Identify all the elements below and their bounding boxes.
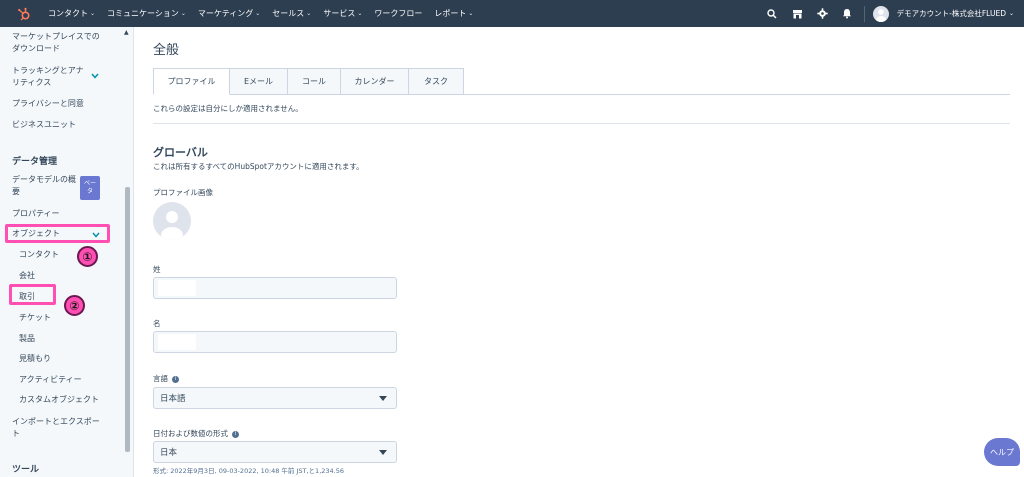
sidebar-subitem-tickets[interactable]: チケット [19, 312, 51, 323]
step-badge-1: ① [77, 246, 98, 267]
account-name: デモアカウント-株式会社FLUED [896, 9, 1006, 18]
sidebar-heading-data-management: データ管理 [12, 157, 58, 167]
sidebar-subitem-products[interactable]: 製品 [19, 333, 35, 344]
hubspot-logo-icon[interactable] [10, 0, 38, 27]
settings-gear-icon[interactable] [810, 0, 835, 27]
sidebar-item-business-units[interactable]: ビジネスユニット [12, 119, 76, 131]
page-title: 全般 [153, 43, 180, 58]
redacted-value [158, 334, 196, 350]
last-name-label: 姓 [153, 265, 161, 274]
tab-calling[interactable]: コール [288, 68, 341, 95]
sidebar-item-import-export[interactable]: インポートとエクスポー ト [12, 416, 100, 440]
sidebar-subitem-contacts[interactable]: コンタクト [19, 249, 59, 260]
nav-contacts[interactable]: コンタクト ⌄ [42, 8, 101, 19]
tab-email[interactable]: Eメール [230, 68, 288, 95]
settings-tabs: プロファイル Eメール コール カレンダー タスク [153, 68, 464, 95]
sidebar-item-marketplace-downloads[interactable]: マーケットプレイスでの ダウンロード [12, 31, 100, 55]
first-name-label: 名 [153, 319, 161, 328]
sidebar-item-properties[interactable]: プロパティー [12, 208, 60, 220]
language-select[interactable]: 日本語 [153, 387, 397, 409]
dropdown-arrow-icon [379, 450, 387, 455]
nav-marketing[interactable]: マーケティング ⌄ [192, 8, 266, 19]
nav-reports[interactable]: レポート ⌄ [428, 8, 479, 19]
date-number-format-select[interactable]: 日本 [153, 441, 397, 463]
avatar [872, 5, 889, 22]
tab-profile[interactable]: プロファイル [153, 68, 230, 95]
chevron-down-icon[interactable] [91, 72, 99, 81]
nav-sales[interactable]: セールス ⌄ [266, 8, 317, 19]
chevron-down-icon: ⌄ [90, 10, 96, 17]
profile-image-label: プロファイル画像 [153, 188, 213, 197]
chevron-down-icon: ⌄ [1008, 10, 1014, 17]
chevron-down-icon: ⌄ [468, 10, 474, 17]
format-example-note: 形式: 2022年9月3日, 09-03-2022, 10:48 午前 JST,… [153, 467, 344, 475]
marketplace-icon[interactable] [785, 0, 810, 27]
redacted-value [158, 280, 196, 296]
section-description: これは所有するすべてのHubSpotアカウントに適用されます。 [153, 162, 364, 171]
sidebar-item-tracking-analytics[interactable]: トラッキングとアナ リティクス [12, 65, 84, 89]
nav-conversations[interactable]: コミュニケーション ⌄ [101, 8, 192, 19]
date-number-format-label: 日付および数値の形式 i [153, 428, 239, 439]
dropdown-arrow-icon [379, 396, 387, 401]
account-menu[interactable]: デモアカウント-株式会社FLUED ⌄ [872, 5, 1024, 22]
sidebar-subitem-activities[interactable]: アクティビティー [19, 374, 82, 385]
sidebar-item-data-model-overview[interactable]: データモデルの概 要 [12, 174, 76, 198]
notification-bell-icon[interactable] [835, 0, 860, 27]
chevron-down-icon: ⌄ [255, 10, 261, 17]
step-badge-2: ② [64, 295, 85, 316]
scroll-up-arrow-icon[interactable]: ▲ [124, 29, 129, 36]
info-icon[interactable]: i [172, 375, 179, 383]
section-title-global: グローバル [153, 146, 208, 159]
tabs-underline [464, 94, 1010, 95]
beta-badge: ベー タ [80, 176, 100, 200]
help-button[interactable]: ヘルプ [984, 438, 1020, 466]
main-menu: コンタクト ⌄ コミュニケーション ⌄ マーケティング ⌄ セールス ⌄ サービス ⌄ ワ… [42, 8, 479, 19]
info-icon[interactable]: i [232, 430, 239, 438]
highlight-box-deals [9, 284, 56, 305]
chevron-down-icon: ⌄ [357, 10, 363, 17]
sidebar-subitem-companies[interactable]: 会社 [19, 270, 35, 281]
scrollbar-thumb[interactable] [125, 187, 130, 452]
settings-scope-note: これらの設定は自分にしか適用されません。 [153, 104, 303, 113]
first-name-input[interactable] [153, 331, 397, 353]
language-label: 言語 i [153, 373, 179, 384]
sidebar-subitem-custom-objects[interactable]: カスタムオブジェクト [19, 394, 99, 405]
tab-calendar[interactable]: カレンダー [341, 68, 409, 95]
sidebar-subitem-quotes[interactable]: 見積もり [19, 353, 51, 364]
nav-service[interactable]: サービス ⌄ [317, 8, 368, 19]
sidebar-item-privacy-consent[interactable]: プライバシーと同意 [12, 98, 84, 110]
search-icon[interactable] [760, 0, 785, 27]
top-navigation-bar: コンタクト ⌄ コミュニケーション ⌄ マーケティング ⌄ セールス ⌄ サービス ⌄ ワ… [0, 0, 1024, 27]
nav-divider [863, 5, 865, 22]
section-divider [153, 123, 1010, 124]
sidebar-heading-tools: ツール [12, 465, 40, 475]
profile-avatar[interactable] [153, 202, 191, 240]
chevron-down-icon: ⌄ [306, 10, 312, 17]
chevron-down-icon: ⌄ [180, 10, 186, 17]
settings-sidebar: マーケットプレイスでの ダウンロード トラッキングとアナ リティクス プライバシ… [0, 27, 134, 477]
last-name-input[interactable] [153, 277, 397, 299]
main-content: 全般 プロファイル Eメール コール カレンダー タスク これらの設定は自分にし… [135, 27, 1024, 477]
nav-utilities: デモアカウント-株式会社FLUED ⌄ [760, 0, 1024, 27]
highlight-box-objects [5, 224, 110, 243]
sidebar-scrollbar[interactable]: ▲ [124, 27, 131, 477]
tab-tasks[interactable]: タスク [409, 68, 464, 95]
nav-workflows[interactable]: ワークフロー [368, 8, 428, 19]
